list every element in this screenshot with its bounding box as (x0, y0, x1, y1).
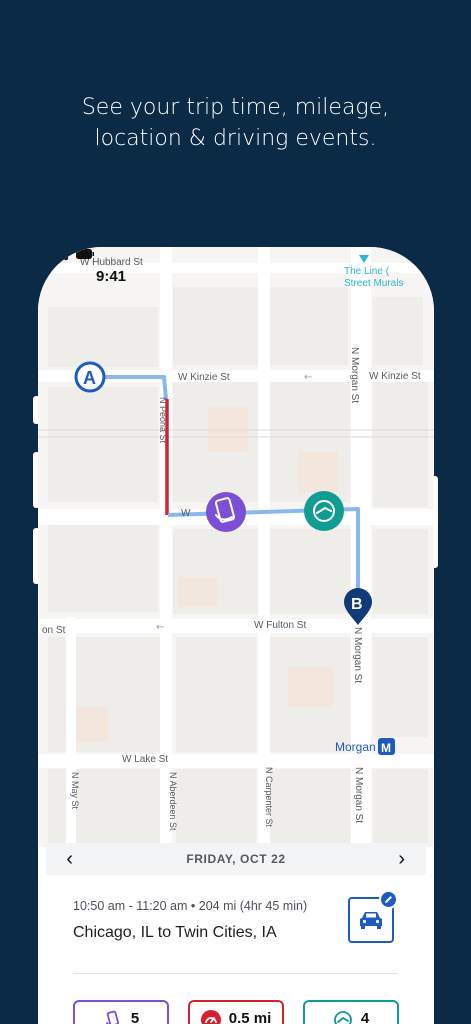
one-way-arrow-icon: ← (156, 622, 164, 633)
poi-name-line-2: Street Murals (344, 278, 403, 289)
street-label-n-carpenter: N Carpenter St (264, 767, 274, 828)
trip-time-mileage: 10:50 am - 11:20 am • 204 mi (4hr 45 min… (73, 899, 308, 913)
street-label-w-kinzie-right: W Kinzie St (369, 371, 421, 382)
start-marker[interactable]: A (74, 361, 106, 393)
end-marker-label: B (351, 596, 363, 613)
speeding-distance: 0.5 mi (228, 1010, 272, 1024)
street-label-w-fulton: W Fulton St (254, 620, 306, 631)
station-name: Morgan (335, 740, 376, 754)
street-label-n-morgan-top: N Morgan St (349, 347, 360, 403)
street-label-n-peoria: N Peoria St (158, 397, 168, 444)
street-label-n-aberdeen: N Aberdeen St (168, 772, 178, 831)
headline-line-2: location & driving events. (94, 126, 377, 151)
battery-icon (76, 249, 94, 259)
pencil-icon (385, 896, 392, 903)
hard-braking-event-marker[interactable] (304, 491, 344, 531)
start-marker-label: A (83, 368, 96, 388)
street-label-n-morgan-mid: N Morgan St (352, 627, 363, 683)
chevron-left-icon[interactable]: ‹ (58, 847, 82, 871)
phone-use-stat[interactable]: 5 (73, 1000, 169, 1024)
phone-use-event-marker[interactable] (206, 492, 246, 532)
headline-line-1: See your trip time, mileage, (81, 95, 390, 120)
signal-icon (38, 248, 55, 260)
street-label-n-may: N May St (70, 772, 80, 810)
phone-frame: W Hubbard St W Kinzie St W Kinzie St W F… (38, 247, 434, 1024)
divider (73, 973, 398, 974)
trip-route-label: Chicago, IL to Twin Cities, IA (73, 924, 277, 941)
car-icon (360, 912, 382, 929)
one-way-arrow-icon: ← (304, 372, 312, 383)
phone-use-count: 5 (130, 1010, 140, 1024)
edit-vehicle-button[interactable] (379, 890, 398, 909)
status-bar-time: 9:41 (96, 268, 127, 285)
street-label-w-mid: W (181, 508, 191, 519)
map-canvas: W Hubbard St W Kinzie St W Kinzie St W F… (38, 247, 434, 847)
hard-braking-stat[interactable]: 4 (303, 1000, 399, 1024)
date-navigation-bar: ‹ FRIDAY, OCT 22 › (46, 843, 426, 875)
headline: See your trip time, mileage, location & … (0, 92, 471, 154)
phone-hand-icon (103, 1010, 123, 1024)
street-label-fulton-left: on St (42, 625, 66, 636)
chevron-right-icon[interactable]: › (390, 847, 414, 871)
date-label: FRIDAY, OCT 22 (186, 852, 286, 866)
street-label-n-morgan-bottom: N Morgan St (353, 767, 364, 823)
street-label-w-lake: W Lake St (122, 754, 168, 765)
station-badge: M (381, 741, 391, 755)
status-bar-icons (38, 248, 94, 261)
street-label-w-kinzie-left: W Kinzie St (178, 372, 230, 383)
braking-icon (333, 1010, 353, 1024)
hard-braking-count: 4 (360, 1010, 370, 1024)
poi-name-line-1: The Line ( (344, 266, 390, 277)
speeding-stat[interactable]: 0.5 mi (188, 1000, 284, 1024)
speedometer-icon (200, 1010, 221, 1024)
wifi-icon (58, 248, 74, 261)
trip-map[interactable]: W Hubbard St W Kinzie St W Kinzie St W F… (38, 247, 434, 847)
